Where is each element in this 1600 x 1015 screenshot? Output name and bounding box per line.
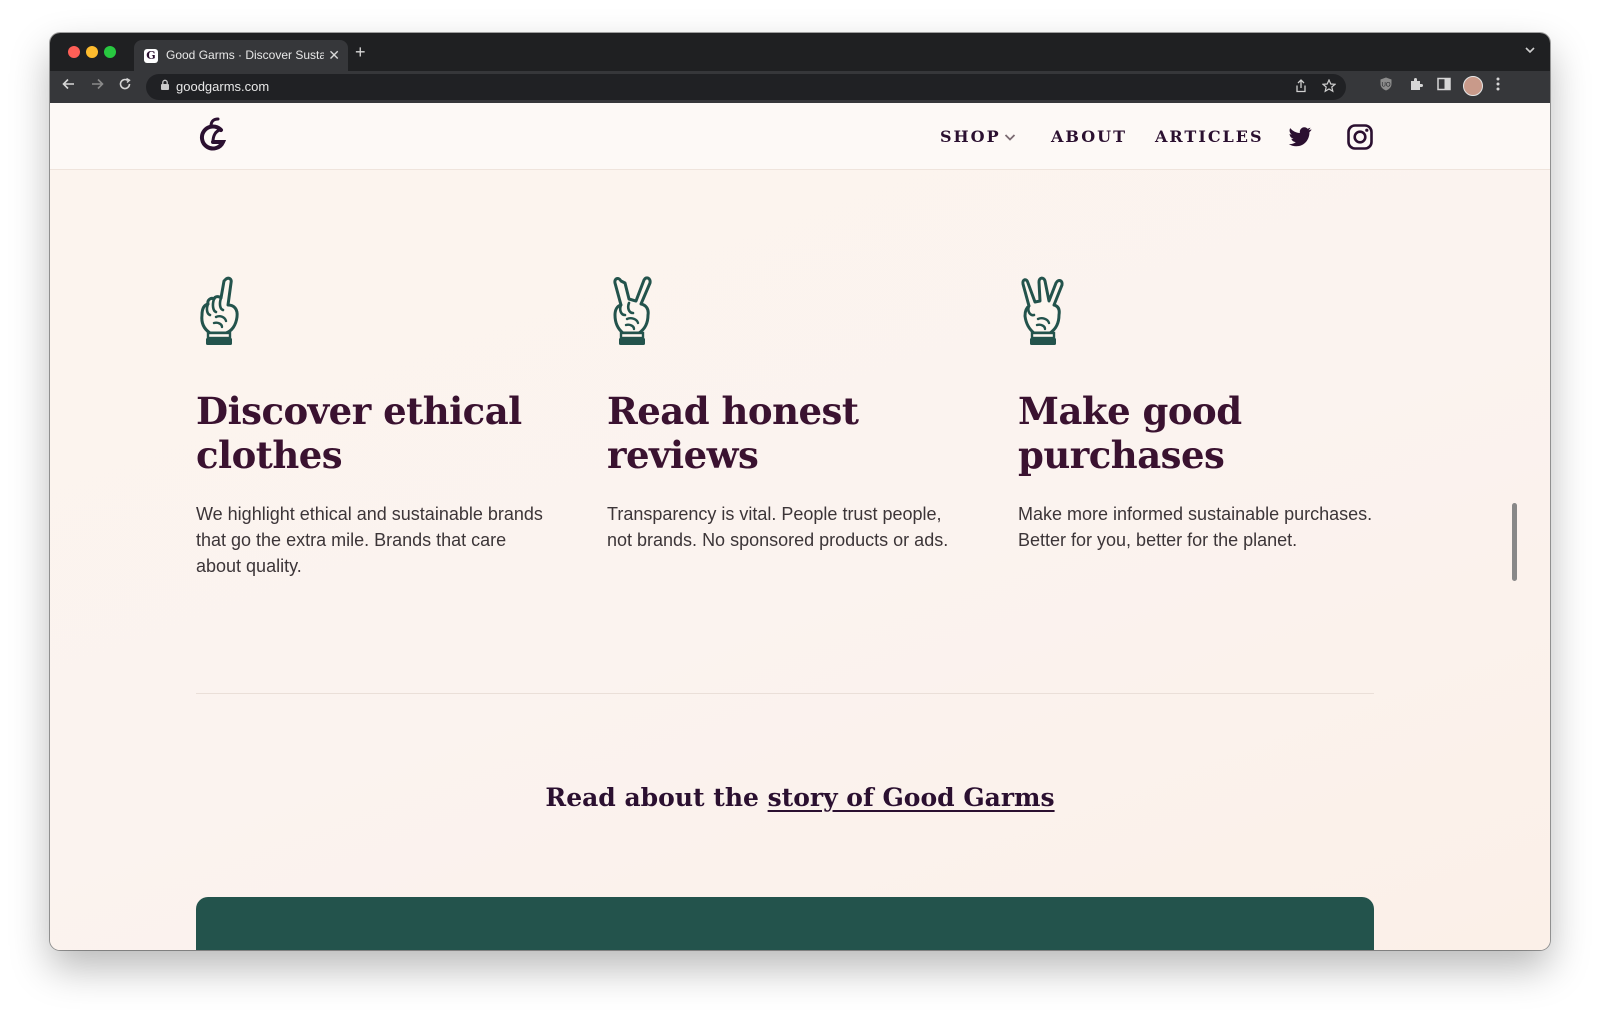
story-prefix: Read about the	[545, 783, 768, 812]
maximize-window-button[interactable]	[104, 46, 116, 58]
bookmark-star-icon[interactable]	[1321, 78, 1337, 97]
favicon-icon: G	[144, 49, 158, 63]
svg-text:UO: UO	[1382, 83, 1391, 89]
chevron-down-icon[interactable]	[1003, 130, 1017, 144]
feature-title: Make good purchases	[1018, 389, 1242, 477]
browser-window: G Good Garms · Discover Sustain ✕ + good…	[50, 33, 1550, 950]
extensions-puzzle-icon[interactable]	[1408, 76, 1424, 98]
twitter-icon[interactable]	[1287, 124, 1313, 150]
feature-description: Make more informed sustainable purchases…	[1018, 504, 1373, 550]
forward-button[interactable]	[86, 76, 108, 98]
address-bar: goodgarms.com UO	[50, 71, 1550, 103]
tab-close-button[interactable]: ✕	[328, 46, 340, 64]
nav-about-link[interactable]: ABOUT	[1051, 127, 1127, 147]
url-field[interactable]: goodgarms.com	[146, 74, 1346, 100]
feature-title: Discover ethical clothes	[196, 389, 522, 477]
side-panel-icon[interactable]	[1436, 76, 1452, 98]
three-finger-hand-icon	[1018, 275, 1068, 347]
profile-avatar[interactable]	[1463, 76, 1483, 96]
tab-search-chevron-icon[interactable]	[1524, 42, 1536, 62]
reload-button[interactable]	[114, 76, 136, 98]
story-callout: Read about the story of Good Garms	[50, 783, 1550, 813]
browser-tab[interactable]: G Good Garms · Discover Sustain ✕	[134, 40, 348, 71]
back-button[interactable]	[58, 76, 80, 98]
newsletter-panel	[196, 897, 1374, 950]
share-icon[interactable]	[1294, 79, 1308, 97]
tab-bar: G Good Garms · Discover Sustain ✕ +	[50, 33, 1550, 71]
lock-icon	[160, 79, 170, 96]
new-tab-button[interactable]: +	[355, 42, 366, 62]
nav-shop-link[interactable]: SHOP	[940, 127, 1001, 147]
section-divider	[196, 693, 1374, 694]
page-viewport: SHOP ABOUT ARTICLES Discover ethical clo…	[50, 103, 1550, 950]
good-garms-logo[interactable]	[196, 117, 230, 155]
privacy-extension-icon[interactable]: UO	[1378, 76, 1394, 98]
site-header: SHOP ABOUT ARTICLES	[50, 103, 1550, 170]
two-finger-hand-icon	[607, 275, 657, 347]
story-link[interactable]: story of Good Garms	[768, 783, 1055, 812]
one-finger-hand-icon	[196, 275, 246, 347]
feature-description: Transparency is vital. People trust peop…	[607, 504, 949, 550]
close-window-button[interactable]	[68, 46, 80, 58]
feature-description: We highlight ethical and sustainable bra…	[196, 504, 543, 576]
page-scrollbar[interactable]	[1512, 503, 1517, 581]
instagram-icon[interactable]	[1347, 124, 1373, 150]
tab-title: Good Garms · Discover Sustain	[166, 48, 324, 62]
minimize-window-button[interactable]	[86, 46, 98, 58]
url-text: goodgarms.com	[176, 79, 270, 94]
browser-menu-icon[interactable]	[1495, 76, 1501, 99]
feature-title: Read honest reviews	[607, 389, 859, 477]
nav-articles-link[interactable]: ARTICLES	[1155, 127, 1264, 147]
